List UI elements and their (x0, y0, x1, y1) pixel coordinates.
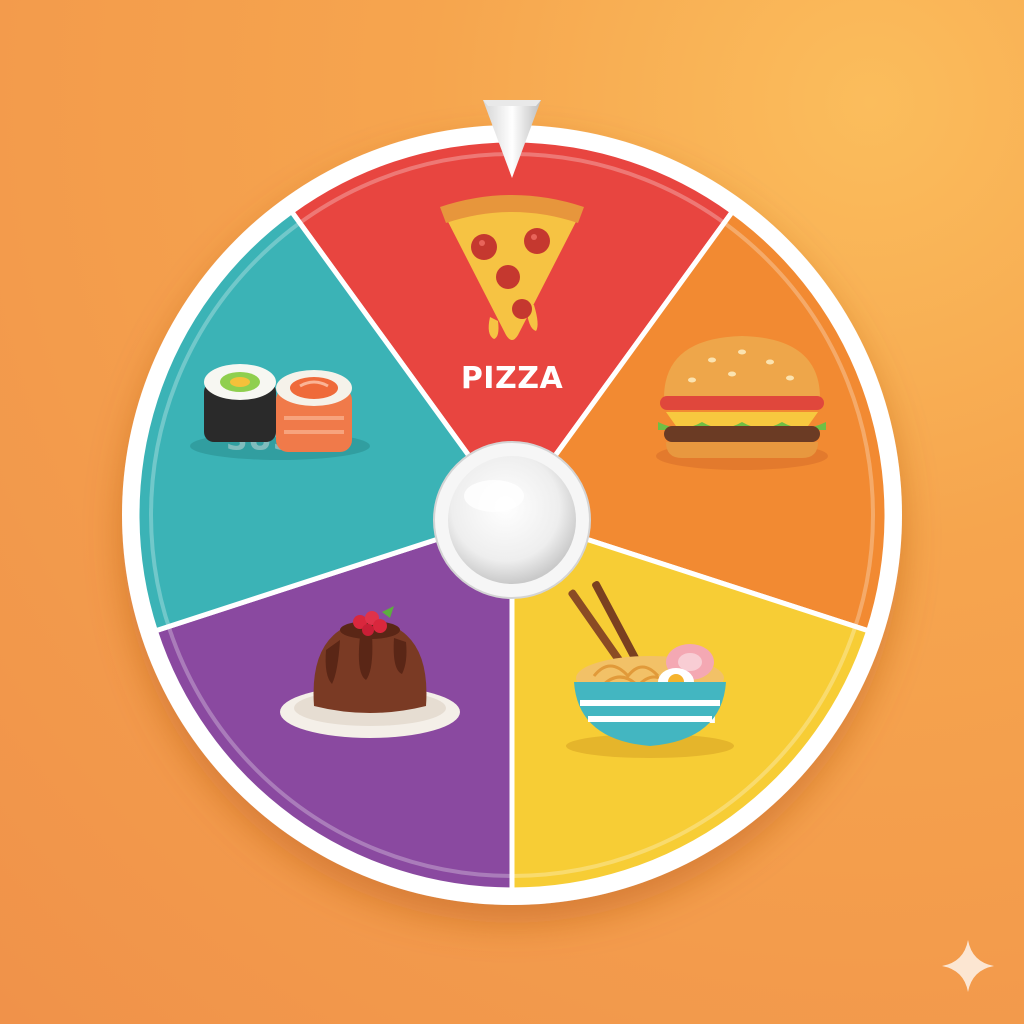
wheel-of-food-scene: PIZZABURGERRAMENDESSERTSUSHI (122, 100, 994, 992)
segment-label-pizza: PIZZA (461, 361, 564, 396)
sparkle-icon (942, 940, 994, 992)
spin-hub-button[interactable] (433, 441, 591, 599)
burger-icon (656, 336, 828, 470)
